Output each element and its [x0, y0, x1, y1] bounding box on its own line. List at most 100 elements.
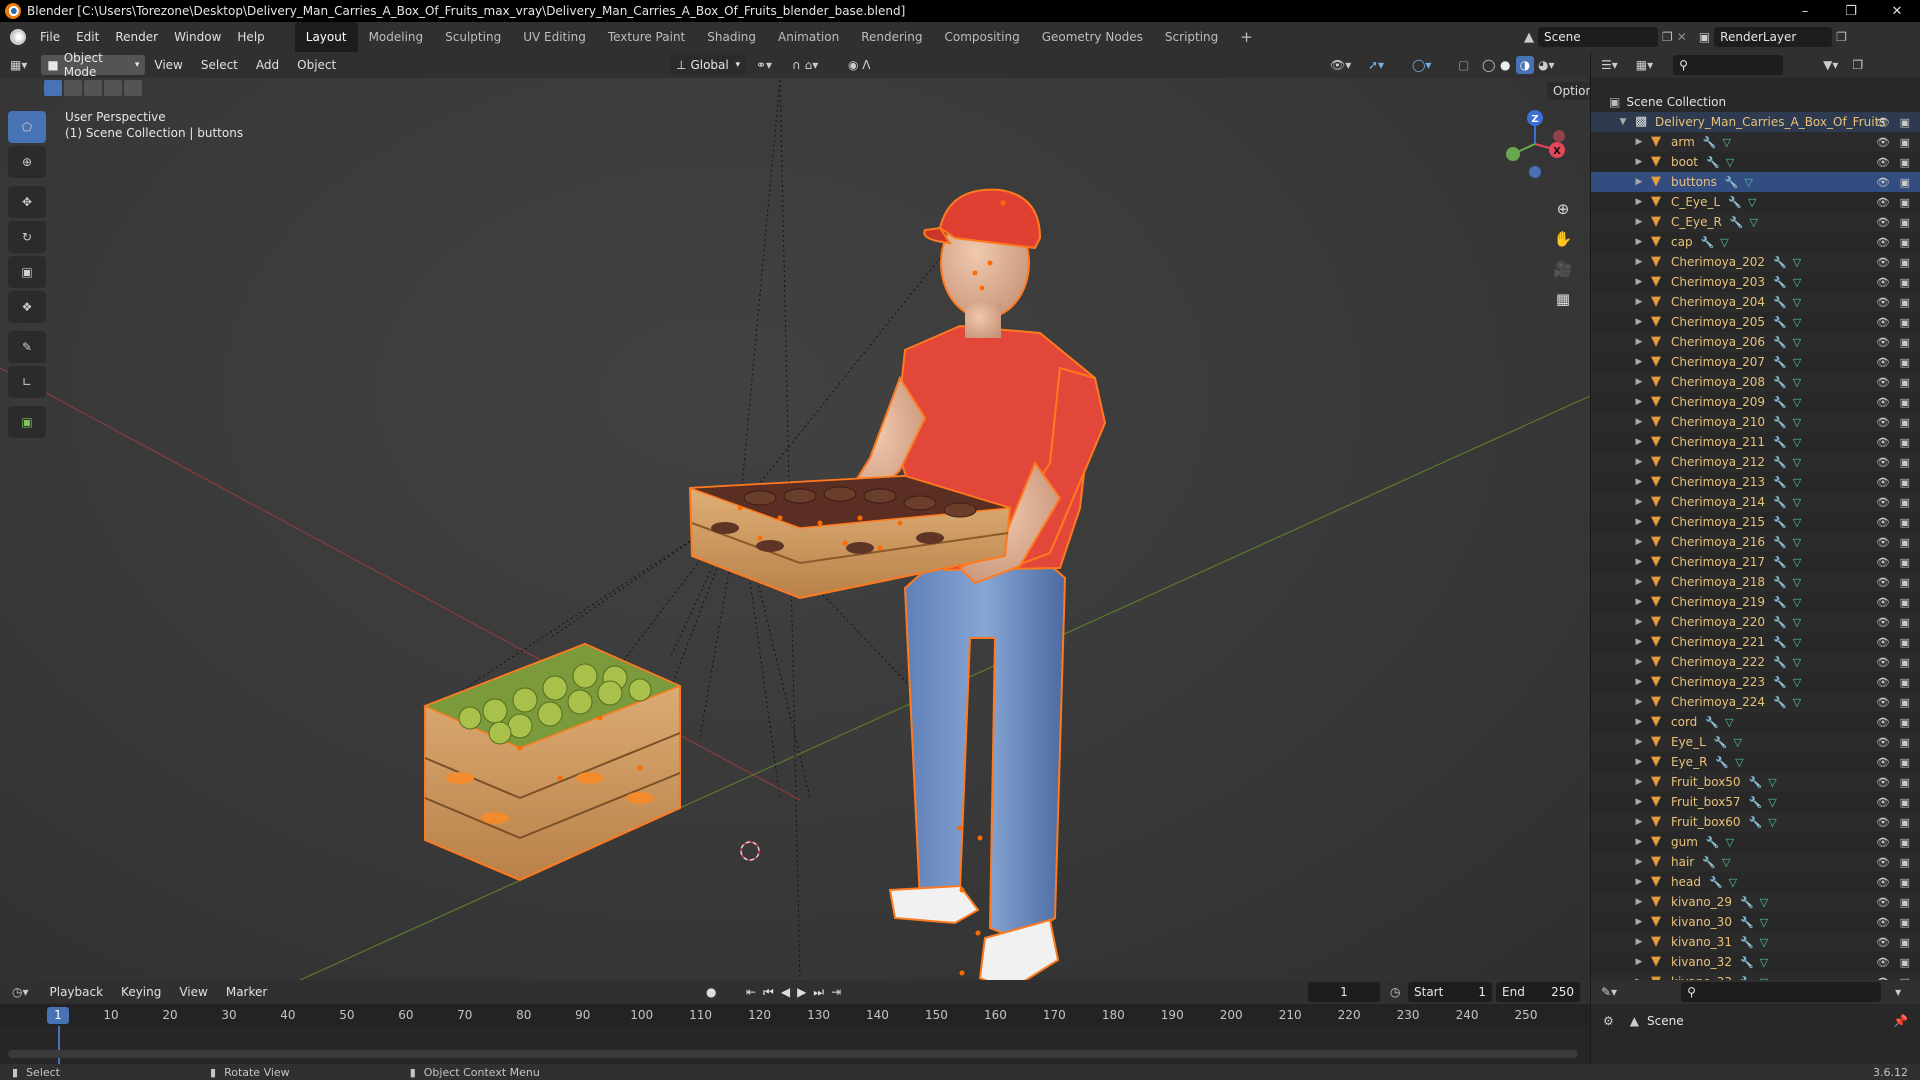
outliner-item-kivano-29[interactable]: ▶ ▼ kivano_29 🔧 ▽ 👁 ▣: [1591, 892, 1920, 912]
render-camera-icon[interactable]: ▣: [1900, 576, 1910, 589]
render-camera-icon[interactable]: ▣: [1900, 956, 1910, 969]
render-camera-icon[interactable]: ▣: [1900, 536, 1910, 549]
expand-icon[interactable]: ▶: [1633, 537, 1645, 547]
render-camera-icon[interactable]: ▣: [1900, 856, 1910, 869]
render-camera-icon[interactable]: ▣: [1900, 896, 1910, 909]
properties-search[interactable]: ⚲: [1681, 982, 1882, 1002]
visibility-eye-icon[interactable]: 👁: [1876, 736, 1890, 749]
render-camera-icon[interactable]: ▣: [1900, 196, 1910, 209]
expand-icon[interactable]: ▶: [1633, 857, 1645, 867]
measure-tool-icon[interactable]: ∟: [8, 366, 46, 398]
outliner-item-cap[interactable]: ▶ ▼ cap 🔧 ▽ 👁 ▣: [1591, 232, 1920, 252]
scale-tool-icon[interactable]: ▣: [8, 256, 46, 288]
outliner-item-cherimoya-203[interactable]: ▶ ▼ Cherimoya_203 🔧 ▽ 👁 ▣: [1591, 272, 1920, 292]
select-box-tool-icon[interactable]: ⬠: [8, 111, 46, 143]
expand-icon[interactable]: ▶: [1633, 517, 1645, 527]
expand-icon[interactable]: ▶: [1633, 937, 1645, 947]
outliner-item-cherimoya-222[interactable]: ▶ ▼ Cherimoya_222 🔧 ▽ 👁 ▣: [1591, 652, 1920, 672]
mode-selector[interactable]: ■ Object Mode ▾: [41, 51, 146, 79]
expand-icon[interactable]: ▶: [1633, 197, 1645, 207]
new-scene-icon[interactable]: ❐: [1662, 30, 1673, 44]
render-camera-icon[interactable]: ▣: [1900, 696, 1910, 709]
visibility-eye-icon[interactable]: 👁: [1876, 256, 1890, 269]
outliner-search[interactable]: ⚲: [1673, 55, 1784, 75]
current-frame-field[interactable]: 1: [1308, 982, 1380, 1002]
expand-icon[interactable]: ▶: [1633, 717, 1645, 727]
outliner-item-cherimoya-202[interactable]: ▶ ▼ Cherimoya_202 🔧 ▽ 👁 ▣: [1591, 252, 1920, 272]
render-camera-icon[interactable]: ▣: [1900, 236, 1910, 249]
tab-sculpting[interactable]: Sculpting: [434, 22, 512, 52]
expand-icon[interactable]: ▶: [1633, 157, 1645, 167]
visibility-eye-icon[interactable]: 👁: [1876, 396, 1890, 409]
pan-hand-icon[interactable]: ✋: [1552, 224, 1574, 254]
annotate-tool-icon[interactable]: ✎: [8, 331, 46, 363]
visibility-eye-icon[interactable]: 👁: [1876, 356, 1890, 369]
outliner-item-cherimoya-209[interactable]: ▶ ▼ Cherimoya_209 🔧 ▽ 👁 ▣: [1591, 392, 1920, 412]
outliner-item-fruit-box50[interactable]: ▶ ▼ Fruit_box50 🔧 ▽ 👁 ▣: [1591, 772, 1920, 792]
render-camera-icon[interactable]: ▣: [1900, 556, 1910, 569]
outliner-item-fruit-box57[interactable]: ▶ ▼ Fruit_box57 🔧 ▽ 👁 ▣: [1591, 792, 1920, 812]
outliner-item-kivano-32[interactable]: ▶ ▼ kivano_32 🔧 ▽ 👁 ▣: [1591, 952, 1920, 972]
outliner-item-cherimoya-208[interactable]: ▶ ▼ Cherimoya_208 🔧 ▽ 👁 ▣: [1591, 372, 1920, 392]
properties-editor-icon[interactable]: ✎▾: [1601, 985, 1617, 999]
expand-icon[interactable]: ▶: [1633, 577, 1645, 587]
outliner-item-buttons[interactable]: ▶ ▼ buttons 🔧 ▽ 👁 ▣: [1591, 172, 1920, 192]
expand-icon[interactable]: ▶: [1633, 297, 1645, 307]
minimize-button[interactable]: –: [1782, 0, 1828, 22]
outliner-collection-row[interactable]: ▼ ▩ Delivery_Man_Carries_A_Box_Of_Fruits…: [1591, 112, 1920, 132]
outliner-item-cherimoya-217[interactable]: ▶ ▼ Cherimoya_217 🔧 ▽ 👁 ▣: [1591, 552, 1920, 572]
render-camera-icon[interactable]: ▣: [1900, 356, 1910, 369]
playhead[interactable]: 1: [47, 1007, 69, 1024]
visibility-eye-icon[interactable]: 👁: [1876, 116, 1890, 129]
expand-icon[interactable]: ▶: [1633, 917, 1645, 927]
render-camera-icon[interactable]: ▣: [1900, 796, 1910, 809]
transform-tool-icon[interactable]: ❖: [8, 291, 46, 323]
timeline-menu-marker[interactable]: Marker: [217, 985, 276, 999]
tab-uv-editing[interactable]: UV Editing: [512, 22, 597, 52]
menu-file[interactable]: File: [32, 22, 68, 52]
visibility-eye-icon[interactable]: 👁: [1876, 196, 1890, 209]
outliner-item-c-eye-l[interactable]: ▶ ▼ C_Eye_L 🔧 ▽ 👁 ▣: [1591, 192, 1920, 212]
expand-icon[interactable]: ▶: [1633, 777, 1645, 787]
outliner-item-cherimoya-205[interactable]: ▶ ▼ Cherimoya_205 🔧 ▽ 👁 ▣: [1591, 312, 1920, 332]
outliner-item-cherimoya-221[interactable]: ▶ ▼ Cherimoya_221 🔧 ▽ 👁 ▣: [1591, 632, 1920, 652]
visibility-eye-icon[interactable]: 👁: [1876, 516, 1890, 529]
visibility-eye-icon[interactable]: 👁: [1876, 856, 1890, 869]
visibility-eye-icon[interactable]: 👁: [1876, 276, 1890, 289]
renderlayer-selector[interactable]: RenderLayer: [1714, 27, 1833, 47]
tab-shading[interactable]: Shading: [696, 22, 767, 52]
expand-icon[interactable]: ▶: [1633, 597, 1645, 607]
end-frame-field[interactable]: End 250: [1496, 982, 1580, 1002]
expand-icon[interactable]: ▶: [1633, 477, 1645, 487]
expand-icon[interactable]: ▶: [1633, 277, 1645, 287]
visibility-eye-icon[interactable]: 👁: [1876, 556, 1890, 569]
render-camera-icon[interactable]: ▣: [1900, 256, 1910, 269]
visibility-eye-icon[interactable]: 👁: [1876, 376, 1890, 389]
render-camera-icon[interactable]: ▣: [1900, 916, 1910, 929]
start-frame-field[interactable]: Start 1: [1408, 982, 1492, 1002]
pin-icon[interactable]: 📌: [1893, 1014, 1908, 1028]
preview-range-icon[interactable]: ◷: [1390, 985, 1400, 999]
close-window-button[interactable]: ✕: [1874, 0, 1920, 22]
render-camera-icon[interactable]: ▣: [1900, 336, 1910, 349]
outliner-item-kivano-30[interactable]: ▶ ▼ kivano_30 🔧 ▽ 👁 ▣: [1591, 912, 1920, 932]
viewport-3d[interactable]: User Perspective (1) Scene Collection | …: [0, 78, 1590, 980]
expand-icon[interactable]: ▶: [1633, 797, 1645, 807]
expand-icon[interactable]: ▶: [1633, 677, 1645, 687]
tab-modeling[interactable]: Modeling: [358, 22, 435, 52]
expand-icon[interactable]: ▶: [1633, 897, 1645, 907]
perspective-toggle-icon[interactable]: ▦: [1552, 284, 1574, 314]
collapse-icon[interactable]: ▼: [1617, 117, 1629, 127]
expand-icon[interactable]: ▶: [1633, 957, 1645, 967]
timeline-menu-keying[interactable]: Keying: [112, 985, 170, 999]
visibility-eye-icon[interactable]: 👁: [1876, 216, 1890, 229]
render-camera-icon[interactable]: ▣: [1900, 476, 1910, 489]
expand-icon[interactable]: ▶: [1633, 417, 1645, 427]
timeline-scrollbar[interactable]: [8, 1050, 1578, 1058]
visibility-eye-icon[interactable]: 👁: [1876, 656, 1890, 669]
visibility-eye-icon[interactable]: 👁: [1876, 956, 1890, 969]
render-camera-icon[interactable]: ▣: [1900, 176, 1910, 189]
outliner-item-cherimoya-215[interactable]: ▶ ▼ Cherimoya_215 🔧 ▽ 👁 ▣: [1591, 512, 1920, 532]
visibility-eye-icon[interactable]: 👁: [1876, 896, 1890, 909]
menu-help[interactable]: Help: [229, 22, 272, 52]
